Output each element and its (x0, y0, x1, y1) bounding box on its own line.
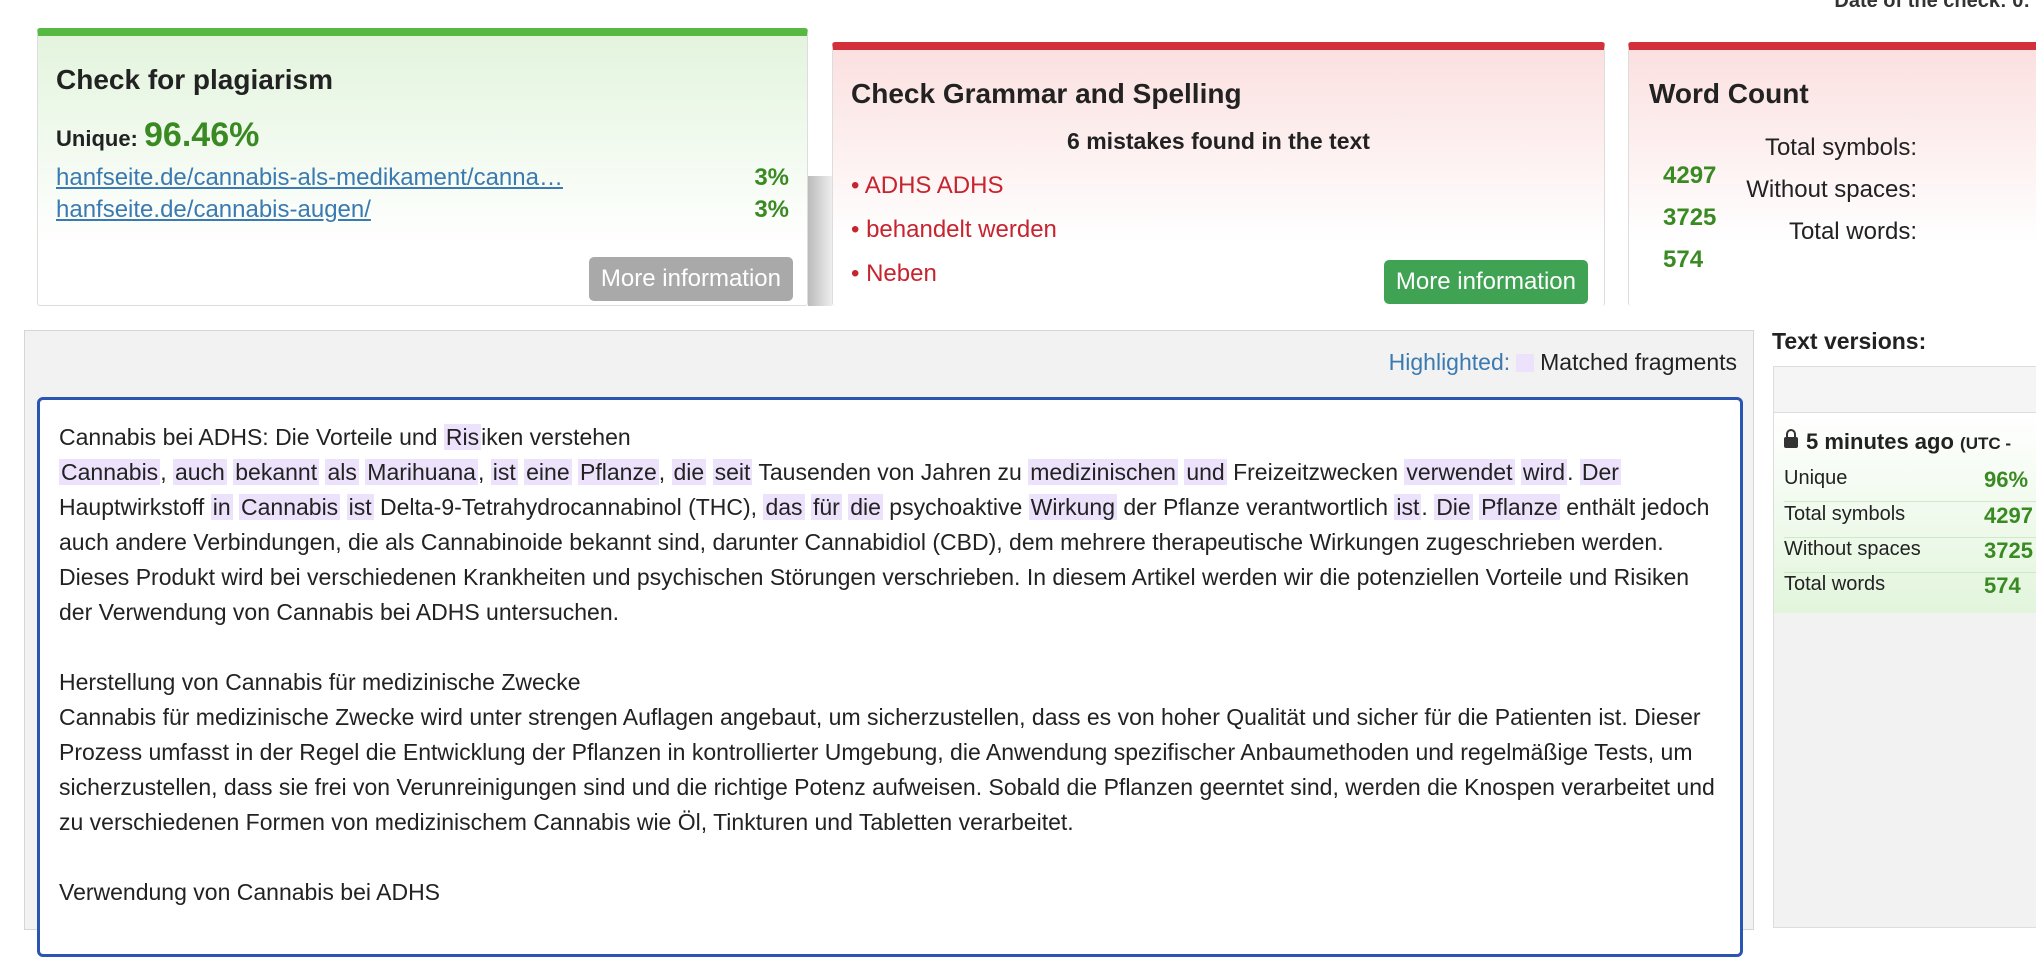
unique-label: Unique: (56, 126, 138, 151)
source-percent: 3% (754, 196, 789, 223)
unique-row: Unique: 96.46% (56, 116, 259, 155)
version-row: Unique 96% (1784, 467, 2036, 502)
matched-fragment: ist (490, 459, 518, 485)
mistake-item[interactable]: ADHS ADHS (851, 172, 1057, 200)
word-count-value: 574 (1663, 246, 1704, 273)
text-fragment: Cannabis bei ADHS: Die Vorteile und (59, 424, 444, 450)
card-divider (808, 176, 832, 306)
version-value: 96% (1984, 467, 2029, 492)
plagiarism-title: Check for plagiarism (56, 64, 333, 95)
text-paragraph: Cannabis, auch bekannt als Marihuana, is… (59, 459, 1710, 625)
matched-fragment: verwendet (1404, 459, 1515, 485)
text-editor[interactable]: Cannabis bei ADHS: Die Vorteile und Risi… (37, 397, 1743, 957)
text-versions-title: Text versions: (1772, 328, 1927, 354)
word-count-title: Word Count (1649, 78, 1809, 109)
matched-fragment: Der (1579, 459, 1621, 485)
matched-fragment: Marihuana (365, 459, 478, 485)
source-link[interactable]: hanfseite.de/cannabis-augen/ (56, 196, 371, 224)
version-label: Total symbols (1784, 503, 1906, 525)
matched-fragment: als (325, 459, 359, 485)
grammar-card: Check Grammar and Spelling 6 mistakes fo… (832, 42, 1605, 306)
matched-fragment: Cannabis (239, 494, 341, 520)
mistakes-list: ADHS ADHS behandelt werden Neben (851, 172, 1057, 304)
matched-fragment: Wirkung (1028, 494, 1117, 520)
mistakes-summary: 6 mistakes found in the text (1067, 128, 1370, 154)
highlight-legend: Highlighted: Matched fragments (1389, 349, 1737, 376)
grammar-more-info-button[interactable]: More information (1383, 260, 1588, 304)
version-value: 3725 (1984, 538, 2033, 563)
version-row: Without spaces 3725 (1784, 538, 2036, 573)
text-heading: Cannabis bei ADHS: Die Vorteile und Risi… (59, 420, 1721, 455)
unique-value: 96.46% (144, 116, 260, 154)
matched-fragment: die (671, 459, 707, 485)
word-count-row: Total words: 574 (1649, 218, 1949, 274)
versions-toolbar (1774, 367, 2036, 414)
version-label: Unique (1784, 467, 1848, 489)
matched-fragment: die (848, 494, 883, 520)
matched-fragment: Ris (443, 424, 482, 450)
matched-fragment: seit (712, 459, 753, 485)
version-value: 574 (1984, 573, 2021, 598)
version-timezone: (UTC - (1960, 434, 2012, 453)
word-count-card: Word Count Total symbols:4297 Without sp… (1628, 42, 2036, 306)
highlighted-label: Highlighted: (1388, 349, 1511, 375)
grammar-title: Check Grammar and Spelling (851, 78, 1242, 109)
matched-fragment: Pflanze (1479, 494, 1560, 520)
matched-fragment: auch (172, 459, 227, 485)
matched-swatch (1516, 354, 1535, 372)
text-heading: Verwendung von Cannabis bei ADHS (59, 879, 441, 905)
version-label: Total words (1784, 573, 1886, 595)
source-row: hanfseite.de/cannabis-als-medikament/can… (56, 164, 789, 192)
text-versions-panel: 5 minutes ago (UTC - Unique 96% Total sym… (1773, 366, 2036, 928)
version-time: 5 minutes ago (1806, 429, 1954, 454)
version-card[interactable]: 5 minutes ago (UTC - Unique 96% Total sym… (1774, 412, 2036, 613)
plagiarism-more-info-button[interactable]: More information (588, 257, 793, 301)
mistake-item[interactable]: behandelt werden (851, 216, 1057, 244)
mistake-item[interactable]: Neben (851, 260, 1057, 288)
matched-fragment: und (1184, 459, 1227, 485)
version-row: Total symbols 4297 (1784, 503, 2036, 538)
matched-fragment: Pflanze (578, 459, 659, 485)
text-paragraph: Cannabis für medizinische Zwecke wird un… (59, 704, 1715, 835)
version-row: Total words 574 (1784, 573, 2036, 607)
matched-fragment: Cannabis (59, 459, 161, 485)
matched-fragment: eine (524, 459, 572, 485)
matched-fragment: bekannt (233, 459, 320, 485)
matched-fragment: ist (346, 494, 374, 520)
source-row: hanfseite.de/cannabis-augen/ 3% (56, 196, 789, 224)
text-fragment: iken verstehen (481, 424, 631, 450)
check-date-cut: Date of the check: 0: (1834, 0, 2030, 12)
source-percent: 3% (754, 164, 789, 191)
plagiarism-card: Check for plagiarism Unique: 96.46% hanf… (37, 28, 808, 306)
matched-fragment: ist (1394, 494, 1422, 520)
word-count-label: Total symbols: (1764, 134, 1917, 161)
version-value: 4297 (1984, 503, 2033, 528)
version-label: Without spaces (1784, 538, 1921, 560)
matched-fragment: für (810, 494, 842, 520)
text-heading: Herstellung von Cannabis für medizinisch… (59, 669, 581, 695)
text-panel: Highlighted: Matched fragments Cannabis b… (24, 330, 1754, 957)
matched-fragments-label: Matched fragments (1540, 349, 1737, 375)
lock-icon (1784, 429, 1798, 448)
matched-fragment: das (763, 494, 805, 520)
matched-fragment: Die (1434, 494, 1473, 520)
word-count-label: Without spaces: (1746, 176, 1917, 203)
matched-fragment: wird (1520, 459, 1568, 485)
version-header: 5 minutes ago (UTC - (1784, 429, 2011, 455)
matched-fragment: in (210, 494, 233, 520)
matched-fragment: medizinischen (1028, 459, 1178, 485)
word-count-label: Total words: (1788, 218, 1917, 245)
source-link[interactable]: hanfseite.de/cannabis-als-medikament/can… (56, 164, 563, 192)
